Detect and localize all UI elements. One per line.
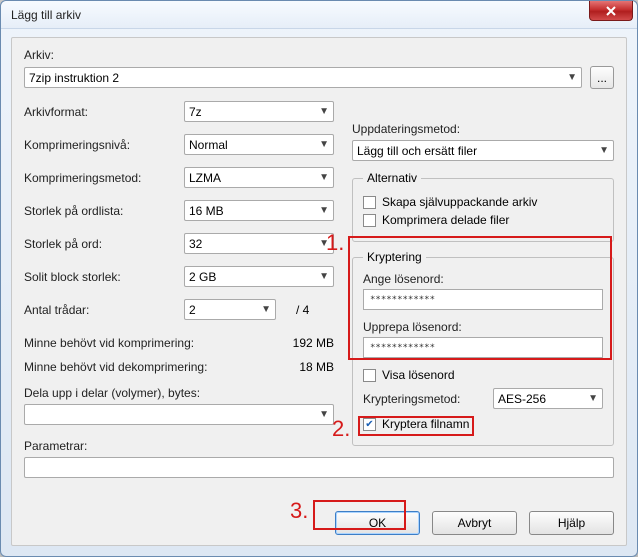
encnames-checkbox[interactable]: ✔ [363,418,376,431]
archive-value: 7zip instruktion 2 [29,71,119,85]
chevron-down-icon: ▼ [313,205,329,216]
split-combo[interactable]: ▼ [24,404,334,425]
chevron-down-icon: ▼ [313,139,329,150]
pwd1-label: Ange lösenord: [363,272,603,286]
dictsize-combo[interactable]: 16 MB ▼ [184,200,334,221]
chevron-down-icon: ▼ [313,172,329,183]
format-value: 7z [189,105,202,119]
encmethod-combo[interactable]: AES-256 ▼ [493,388,603,409]
shared-checkbox[interactable] [363,214,376,227]
complevel-label: Komprimeringsnivå: [24,138,184,152]
solidblock-value: 2 GB [189,270,216,284]
options-fieldset: Alternativ Skapa självuppackande arkiv K… [352,171,614,242]
pwd1-value: ************ [370,295,435,305]
dictsize-value: 16 MB [189,204,224,218]
threads-label: Antal trådar: [24,303,184,317]
memdecomp-label: Minne behövt vid dekomprimering: [24,360,207,374]
titlebar: Lägg till arkiv [1,1,637,29]
close-button[interactable] [589,1,633,21]
memcomp-label: Minne behövt vid komprimering: [24,336,194,350]
memcomp-value: 192 MB [293,336,334,350]
threads-value: 2 [189,303,196,317]
button-row: OK Avbryt Hjälp [24,511,614,535]
archive-label: Arkiv: [24,48,614,62]
ok-button[interactable]: OK [335,511,420,535]
right-column: Uppdateringsmetod: Lägg till och ersätt … [352,122,614,454]
solidblock-label: Solit block storlek: [24,270,184,284]
chevron-down-icon: ▼ [593,145,609,156]
sfx-checkbox[interactable] [363,196,376,209]
update-label: Uppdateringsmetod: [352,122,614,136]
password-repeat-input[interactable]: ************ [363,337,603,358]
options-legend: Alternativ [363,171,421,185]
wordsize-value: 32 [189,237,202,251]
pwd2-value: ************ [370,343,435,353]
format-label: Arkivformat: [24,105,184,119]
archive-combo[interactable]: 7zip instruktion 2 ▼ [24,67,582,88]
pwd2-label: Upprepa lösenord: [363,320,603,334]
showpwd-checkbox[interactable] [363,369,376,382]
compmethod-label: Komprimeringsmetod: [24,171,184,185]
chevron-down-icon: ▼ [313,409,329,420]
wordsize-label: Storlek på ord: [24,237,184,251]
dictsize-label: Storlek på ordlista: [24,204,184,218]
password-input[interactable]: ************ [363,289,603,310]
compmethod-combo[interactable]: LZMA ▼ [184,167,334,188]
sfx-label: Skapa självuppackande arkiv [382,195,537,209]
threads-combo[interactable]: 2 ▼ [184,299,276,320]
complevel-value: Normal [189,138,228,152]
update-combo[interactable]: Lägg till och ersätt filer ▼ [352,140,614,161]
memdecomp-value: 18 MB [299,360,334,374]
browse-button[interactable]: ... [590,66,614,89]
encryption-legend: Kryptering [363,250,426,264]
compmethod-value: LZMA [189,171,221,185]
chevron-down-icon: ▼ [582,393,598,404]
encmethod-label: Krypteringsmetod: [363,392,460,406]
close-icon [605,6,617,16]
showpwd-label: Visa lösenord [382,368,455,382]
shared-label: Komprimera delade filer [382,213,509,227]
format-combo[interactable]: 7z ▼ [184,101,334,122]
chevron-down-icon: ▼ [313,271,329,282]
params-input[interactable] [24,457,614,478]
threads-max: / 4 [296,303,309,317]
window-title: Lägg till arkiv [7,8,81,22]
help-button[interactable]: Hjälp [529,511,614,535]
cancel-button[interactable]: Avbryt [432,511,517,535]
ellipsis-icon: ... [597,71,607,85]
complevel-combo[interactable]: Normal ▼ [184,134,334,155]
chevron-down-icon: ▼ [313,238,329,249]
chevron-down-icon: ▼ [313,106,329,117]
chevron-down-icon: ▼ [255,304,271,315]
solidblock-combo[interactable]: 2 GB ▼ [184,266,334,287]
dialog-content: Arkiv: 7zip instruktion 2 ▼ ... Arkivfor… [11,37,627,546]
encmethod-value: AES-256 [498,392,546,406]
update-value: Lägg till och ersätt filer [357,144,477,158]
wordsize-combo[interactable]: 32 ▼ [184,233,334,254]
encryption-fieldset: Kryptering Ange lösenord: ************ U… [352,250,614,446]
dialog-window: Lägg till arkiv Arkiv: 7zip instruktion … [0,0,638,557]
chevron-down-icon: ▼ [561,72,577,83]
encnames-label: Kryptera filnamn [382,417,469,431]
split-label: Dela upp i delar (volymer), bytes: [24,386,346,400]
